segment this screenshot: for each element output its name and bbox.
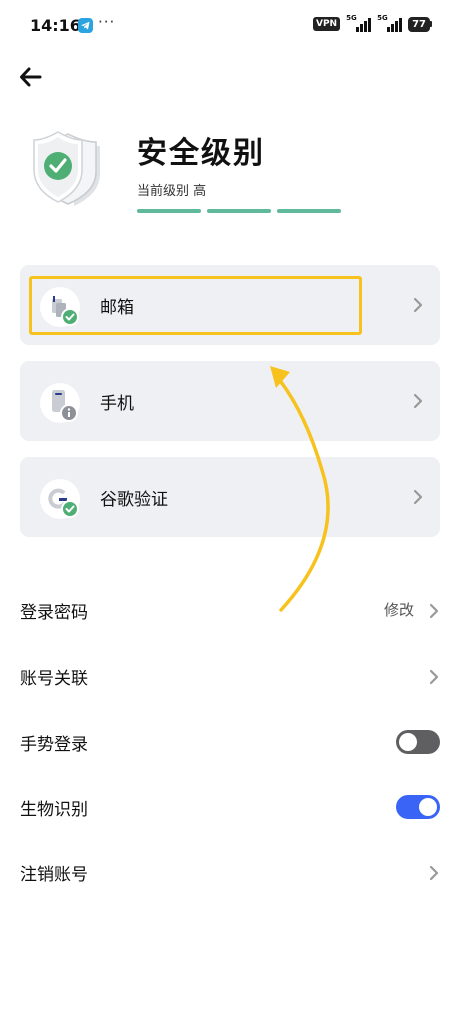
level-bar bbox=[137, 209, 201, 213]
email-card-label: 邮箱 bbox=[100, 298, 134, 318]
modify-link[interactable]: 修改 bbox=[384, 599, 414, 620]
vpn-badge: VPN bbox=[312, 17, 341, 31]
chevron-right-icon bbox=[413, 297, 423, 313]
google-auth-verified-icon bbox=[38, 477, 82, 521]
gesture-login-toggle[interactable] bbox=[396, 730, 440, 754]
toggle-knob bbox=[419, 798, 437, 816]
toggle-knob bbox=[399, 733, 417, 751]
status-time: 14:16 bbox=[30, 16, 81, 35]
email-verified-icon bbox=[38, 285, 82, 329]
chevron-right-icon bbox=[429, 669, 439, 685]
phone-info-icon bbox=[38, 381, 82, 425]
gesture-login-label: 手势登录 bbox=[20, 735, 88, 755]
account-link-label: 账号关联 bbox=[20, 669, 88, 689]
signal-icon: 5G bbox=[346, 14, 372, 32]
chevron-right-icon bbox=[429, 865, 439, 881]
phone-card[interactable]: 手机 bbox=[20, 361, 440, 441]
security-level-text: 当前级别 高 bbox=[137, 184, 207, 199]
google-auth-card-label: 谷歌验证 bbox=[100, 490, 168, 510]
back-button[interactable] bbox=[18, 64, 44, 90]
security-level-bars bbox=[137, 209, 341, 213]
account-link-row[interactable]: 账号关联 bbox=[20, 656, 440, 696]
phone-card-label: 手机 bbox=[100, 394, 134, 414]
signal-icon-2: 5G bbox=[377, 14, 403, 32]
biometric-toggle[interactable] bbox=[396, 795, 440, 819]
shield-check-icon bbox=[28, 128, 106, 210]
telegram-icon bbox=[78, 18, 93, 33]
delete-account-row[interactable]: 注销账号 bbox=[20, 852, 440, 892]
status-bar: 14:16 ··· VPN 5G 5G 77 bbox=[0, 0, 460, 50]
biometric-label: 生物识别 bbox=[20, 800, 88, 820]
page-title: 安全级别 bbox=[137, 136, 265, 171]
arrow-left-icon bbox=[20, 67, 42, 87]
google-auth-card[interactable]: 谷歌验证 bbox=[20, 457, 440, 537]
login-password-row[interactable]: 登录密码 修改 bbox=[20, 590, 440, 630]
chevron-right-icon bbox=[413, 489, 423, 505]
level-bar bbox=[277, 209, 341, 213]
status-icons: VPN 5G 5G 77 bbox=[312, 14, 432, 32]
gesture-login-row: 手势登录 bbox=[20, 722, 440, 762]
biometric-row: 生物识别 bbox=[20, 787, 440, 827]
battery-icon: 77 bbox=[408, 16, 432, 32]
email-card[interactable]: 邮箱 bbox=[20, 265, 440, 345]
more-notifications-icon: ··· bbox=[98, 13, 116, 31]
delete-account-label: 注销账号 bbox=[20, 865, 88, 885]
level-bar bbox=[207, 209, 271, 213]
chevron-right-icon bbox=[429, 603, 439, 619]
login-password-label: 登录密码 bbox=[20, 603, 88, 623]
chevron-right-icon bbox=[413, 393, 423, 409]
